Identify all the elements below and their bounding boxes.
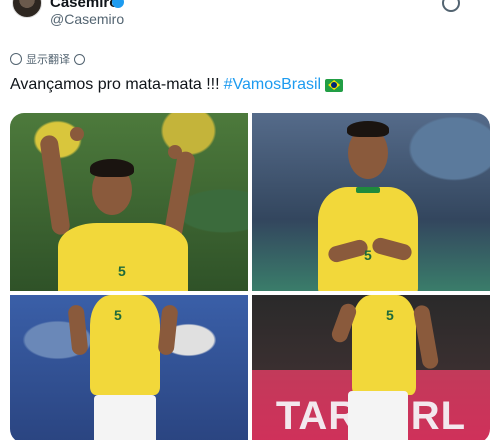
player-arm: [67, 304, 89, 356]
player-shorts: [348, 391, 408, 440]
shirt-number: 5: [118, 263, 126, 279]
grok-icon[interactable]: [442, 0, 460, 12]
shirt-number: 5: [364, 247, 372, 263]
show-translation-link[interactable]: 显示翻译: [26, 51, 70, 67]
translate-row: 显示翻译: [10, 51, 85, 67]
translate-settings-icon[interactable]: [74, 53, 85, 65]
player-jersey: [318, 187, 418, 291]
player-hair: [90, 159, 134, 177]
shirt-number: 5: [114, 307, 122, 323]
player-fist: [70, 127, 84, 141]
avatar[interactable]: [12, 0, 42, 18]
photo-1[interactable]: 5: [10, 113, 248, 291]
media-grid: 5 5 5 TAR AIRL 5: [10, 113, 490, 440]
player-hair: [347, 121, 389, 137]
player-arm: [157, 304, 179, 356]
photo-3[interactable]: 5: [10, 295, 248, 440]
jersey-collar: [356, 187, 380, 193]
brazil-flag-icon: [325, 78, 344, 92]
player-arm: [39, 134, 71, 236]
verified-badge-icon: [112, 0, 124, 8]
player-jersey: [352, 295, 416, 395]
display-name[interactable]: Casemiro: [50, 0, 118, 11]
player-arm: [412, 304, 440, 370]
photo-4[interactable]: TAR AIRL 5: [252, 295, 490, 440]
hashtag-link[interactable]: #VamosBrasil: [224, 76, 322, 94]
tweet-text: Avançamos pro mata-mata !!! #VamosBrasil: [10, 76, 344, 94]
tweet-body: Avançamos pro mata-mata !!!: [10, 76, 220, 93]
player-jersey: [90, 295, 160, 395]
user-handle[interactable]: @Casemiro: [50, 11, 124, 27]
player-shorts: [94, 395, 156, 440]
shirt-number: 5: [386, 307, 394, 323]
translate-icon[interactable]: [10, 53, 22, 65]
player-fist: [168, 145, 182, 159]
player-jersey: [58, 223, 188, 291]
photo-2[interactable]: 5: [252, 113, 490, 291]
tweet-card: Casemiro @Casemiro 显示翻译 Avançamos pro ma…: [0, 0, 500, 440]
